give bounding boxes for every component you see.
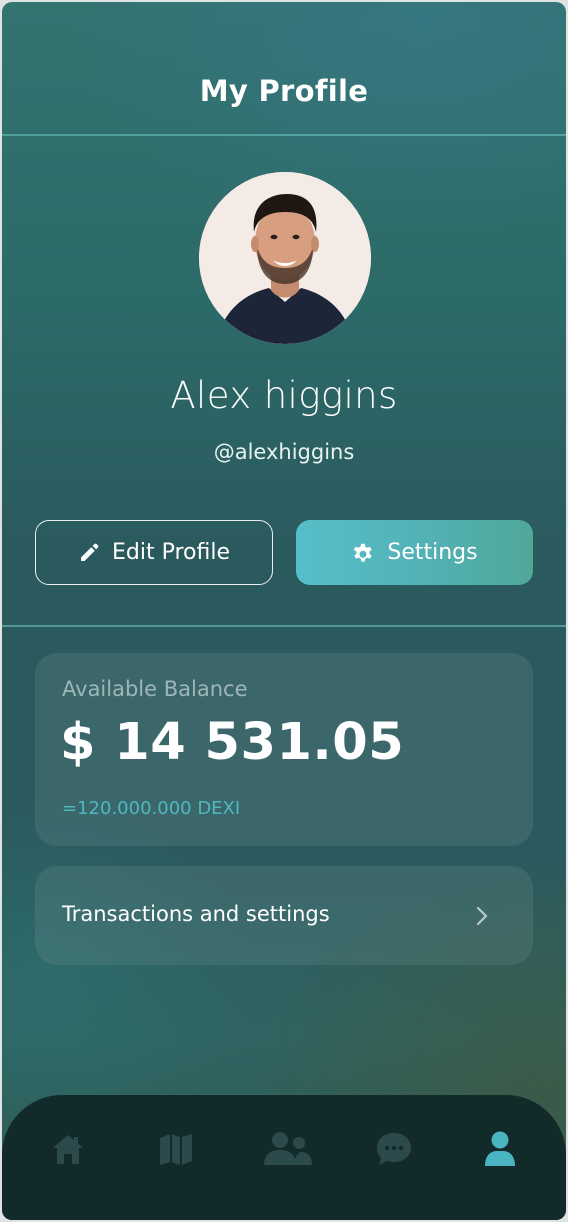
nav-home[interactable] (46, 1129, 90, 1173)
balance-card: Available Balance $ 14 531.05 =120.000.0… (35, 653, 533, 846)
nav-users[interactable] (262, 1129, 314, 1173)
profile-screen: My Profile Alex higgins @alexhiggins Edi… (2, 2, 566, 1220)
section-divider (2, 625, 566, 627)
avatar (199, 172, 371, 344)
chevron-right-icon (475, 905, 489, 931)
bottom-navigation (2, 1095, 566, 1220)
settings-button[interactable]: Settings (296, 520, 533, 585)
gear-icon (351, 541, 375, 565)
edit-profile-label: Edit Profile (111, 540, 230, 565)
balance-equivalent: =120.000.000 DEXI (62, 798, 241, 819)
balance-amount: $ 14 531.05 (60, 713, 405, 772)
page-title: My Profile (199, 74, 369, 108)
profile-handle: @alexhiggins (213, 440, 355, 464)
transactions-label: Transactions and settings (62, 902, 330, 926)
users-icon (263, 1131, 313, 1171)
balance-label: Available Balance (62, 677, 248, 701)
edit-profile-button[interactable]: Edit Profile (35, 520, 273, 585)
settings-label: Settings (387, 540, 478, 565)
nav-chat[interactable] (372, 1129, 416, 1173)
map-icon (158, 1132, 194, 1170)
nav-map[interactable] (154, 1129, 198, 1173)
transactions-settings-row[interactable]: Transactions and settings (35, 866, 533, 965)
nav-profile[interactable] (478, 1129, 522, 1173)
chat-icon (375, 1131, 413, 1171)
user-icon (483, 1131, 517, 1171)
home-icon (51, 1132, 85, 1170)
header-divider (2, 134, 566, 136)
profile-name: Alex higgins (170, 374, 398, 417)
avatar-image (199, 172, 371, 344)
pencil-icon (78, 542, 100, 564)
